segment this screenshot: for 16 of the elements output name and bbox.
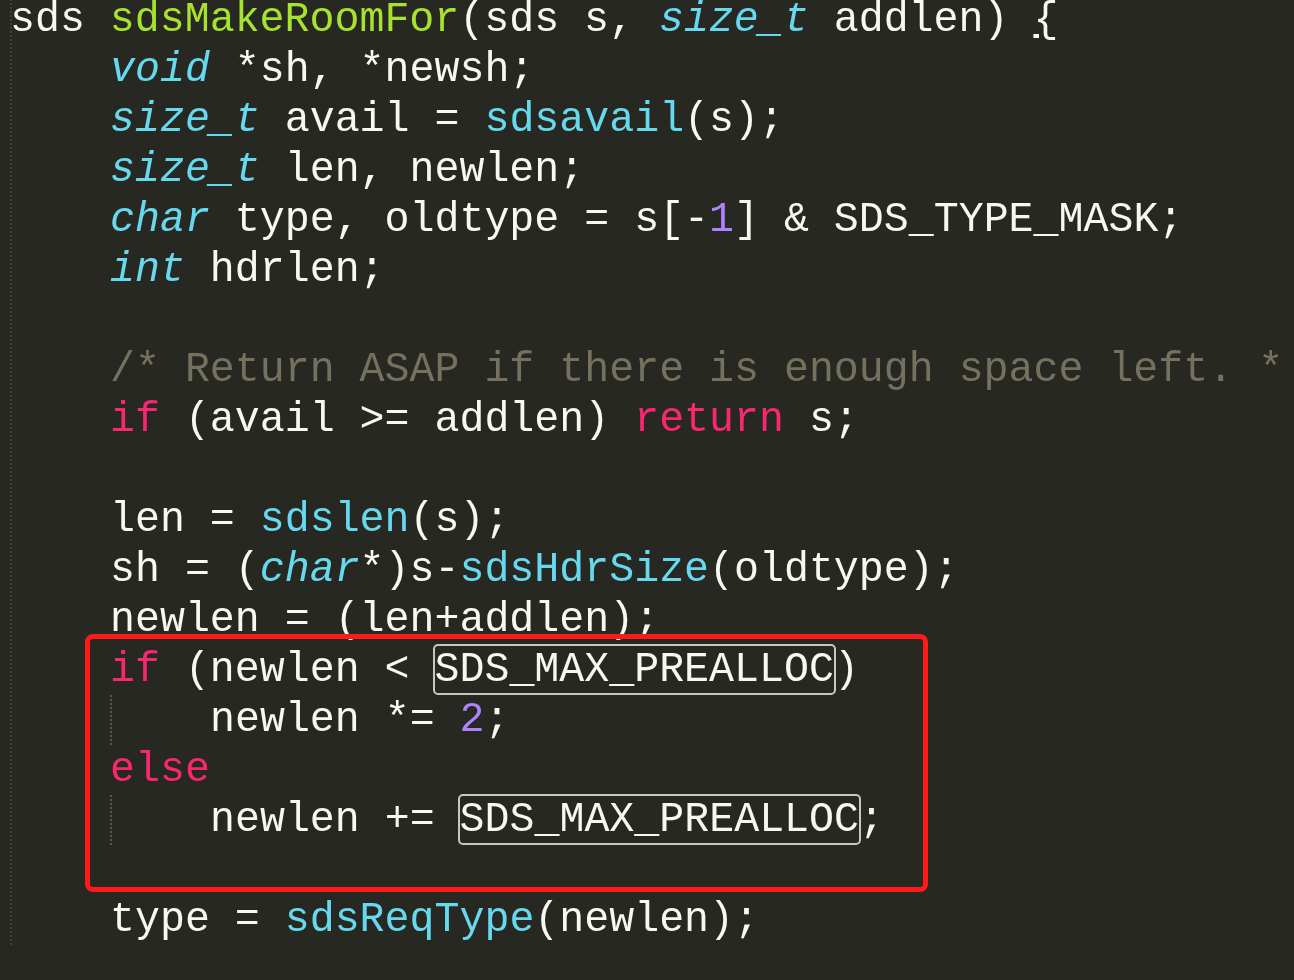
code-line: newlen = (len+addlen);	[110, 595, 660, 645]
code-line: newlen *= 2;	[210, 695, 510, 745]
code-line: void *sh, *newsh;	[110, 45, 535, 95]
code-line: type = sdsReqType(newlen);	[110, 895, 759, 945]
code-line: sds sdsMakeRoomFor(sds s, size_t addlen) {	[10, 0, 1059, 45]
code-line: size_t avail = sdsavail(s);	[110, 95, 784, 145]
code-line: if (avail >= addlen) return s;	[110, 395, 859, 445]
code-line: else	[110, 745, 210, 795]
code-line: sh = (char*)s-sdsHdrSize(oldtype);	[110, 545, 959, 595]
code-line: int hdrlen;	[110, 245, 385, 295]
code-line: if (newlen < SDS_MAX_PREALLOC)	[110, 645, 859, 695]
code-line: newlen += SDS_MAX_PREALLOC;	[210, 795, 884, 845]
code-line: len = sdslen(s);	[110, 495, 510, 545]
code-line: char type, oldtype = s[-1] & SDS_TYPE_MASK;	[110, 195, 1184, 245]
code-line: /* Return ASAP if there is enough space left. *	[110, 345, 1284, 395]
code-line: size_t len, newlen;	[110, 145, 585, 195]
